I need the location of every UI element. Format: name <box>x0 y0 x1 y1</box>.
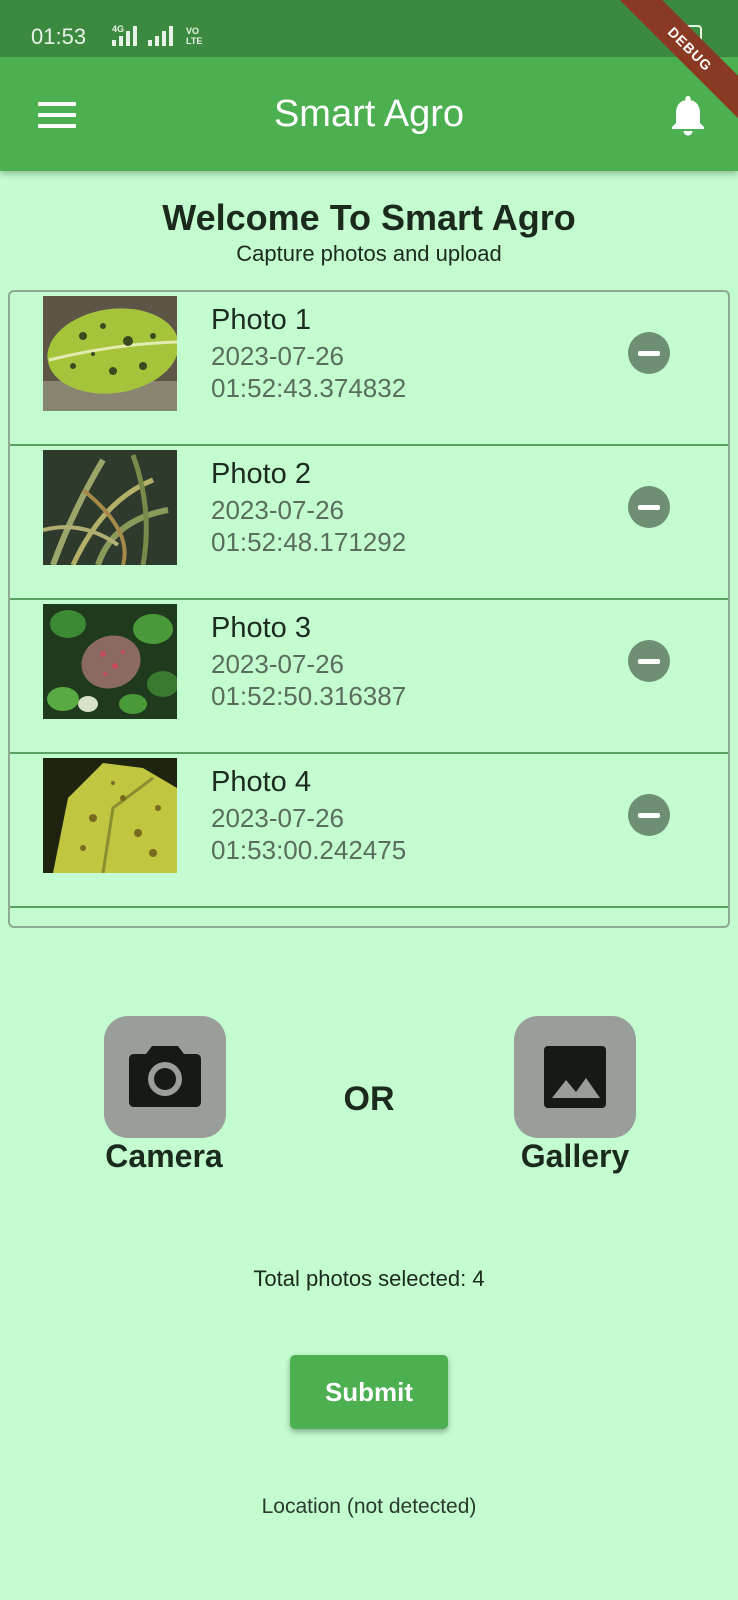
status-bar: 01:53 4G VO LTE 55 <box>0 0 738 57</box>
photo-date: 2023-07-26 <box>211 495 344 525</box>
photo-timestamp: 2023-07-26 01:53:00.242475 <box>211 802 406 866</box>
remove-circle-icon[interactable] <box>628 640 670 682</box>
photo-list-item: Photo 3 2023-07-26 01:52:50.316387 <box>10 600 728 754</box>
photo-thumbnail <box>43 758 177 873</box>
signal-strength-icon <box>112 24 137 46</box>
gallery-button[interactable] <box>514 1016 636 1138</box>
remove-circle-icon[interactable] <box>628 486 670 528</box>
photo-timestamp: 2023-07-26 01:52:43.374832 <box>211 340 406 404</box>
photo-time: 01:52:50.316387 <box>211 681 407 711</box>
photo-date: 2023-07-26 <box>211 803 344 833</box>
or-label: OR <box>343 1080 395 1118</box>
signal-strength-icon-2 <box>148 24 173 46</box>
status-time: 01:53 <box>31 24 87 49</box>
photo-list[interactable]: Photo 1 2023-07-26 01:52:43.374832 Photo… <box>8 290 730 928</box>
photo-timestamp: 2023-07-26 01:52:50.316387 <box>211 648 406 712</box>
photo-date: 2023-07-26 <box>211 649 344 679</box>
volte-label-line1: VO <box>186 26 200 36</box>
photo-time: 01:52:43.374832 <box>211 373 407 403</box>
photo-date: 2023-07-26 <box>211 341 344 371</box>
location-text: Location (not detected) <box>261 1495 477 1518</box>
bell-icon[interactable] <box>668 93 708 137</box>
photo-name: Photo 2 <box>211 458 311 490</box>
photo-timestamp: 2023-07-26 01:52:48.171292 <box>211 494 406 558</box>
remove-circle-icon[interactable] <box>628 332 670 374</box>
remove-circle-icon[interactable] <box>628 794 670 836</box>
camera-label: Camera <box>105 1138 223 1174</box>
photo-name: Photo 4 <box>211 766 311 798</box>
photo-time: 01:52:48.171292 <box>211 527 407 557</box>
gallery-label: Gallery <box>520 1138 630 1174</box>
photo-list-item: Photo 2 2023-07-26 01:52:48.171292 <box>10 446 728 600</box>
page-title: Welcome To Smart Agro <box>162 197 576 238</box>
app-title: Smart Agro <box>273 93 465 135</box>
image-icon <box>544 1046 606 1108</box>
photo-time: 01:53:00.242475 <box>211 835 407 865</box>
photo-list-item: Photo 1 2023-07-26 01:52:43.374832 <box>10 292 728 446</box>
photo-name: Photo 3 <box>211 612 311 644</box>
photo-list-item: Photo 4 2023-07-26 01:53:00.242475 <box>10 754 728 908</box>
app-bar: Smart Agro <box>0 57 738 171</box>
volte-label-line2: LTE <box>186 36 203 46</box>
photo-thumbnail <box>43 296 177 411</box>
page-subtitle: Capture photos and upload <box>236 241 502 266</box>
camera-icon <box>129 1046 201 1107</box>
photo-thumbnail <box>43 450 177 565</box>
photo-thumbnail <box>43 604 177 719</box>
photo-count-text: Total photos selected: 4 <box>253 1266 485 1291</box>
camera-button[interactable] <box>104 1016 226 1138</box>
submit-button[interactable]: Submit <box>290 1355 448 1429</box>
photo-name: Photo 1 <box>211 304 311 336</box>
